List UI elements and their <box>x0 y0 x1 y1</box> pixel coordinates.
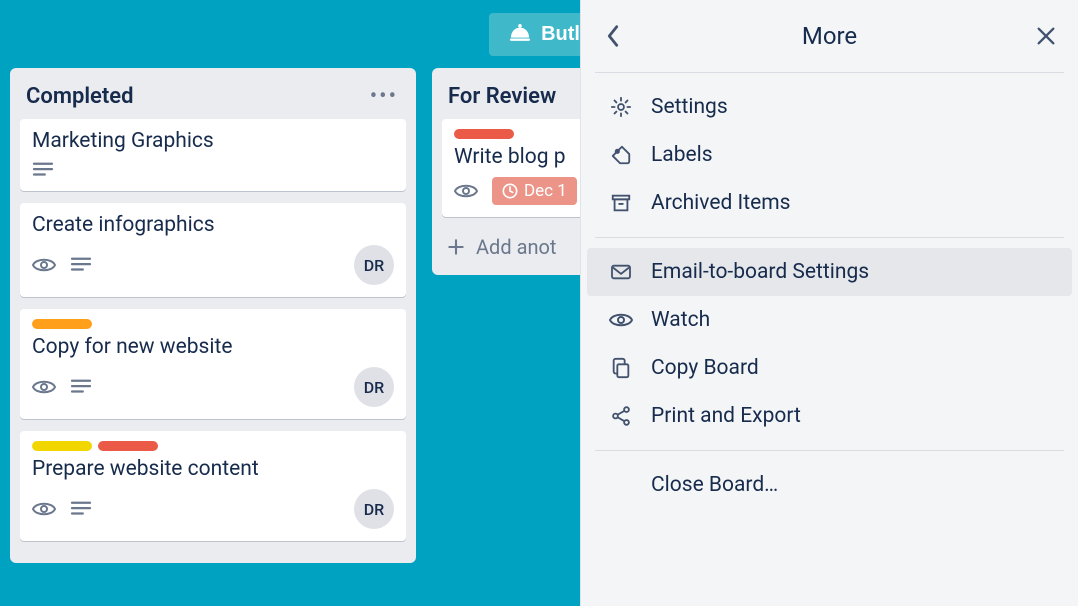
watch-icon <box>32 378 56 396</box>
menu-item-copy-board[interactable]: Copy Board <box>587 344 1072 392</box>
menu-label: Labels <box>651 143 713 167</box>
card-title: Create infographics <box>32 213 394 237</box>
eye-icon <box>609 311 633 329</box>
menu-label: Watch <box>651 308 710 332</box>
menu-label: Email-to-board Settings <box>651 260 869 284</box>
panel-close-button[interactable] <box>1018 0 1074 72</box>
label-orange[interactable] <box>32 319 92 329</box>
member-avatar[interactable]: DR <box>354 245 394 285</box>
menu-item-print-export[interactable]: Print and Export <box>587 392 1072 440</box>
close-icon <box>1035 25 1057 47</box>
description-icon <box>32 161 54 179</box>
panel-title: More <box>802 22 857 50</box>
card[interactable]: Prepare website content DR <box>20 431 406 541</box>
menu-item-archived[interactable]: Archived Items <box>587 179 1072 227</box>
card-labels <box>32 441 394 451</box>
copy-icon <box>609 357 633 379</box>
menu-label: Settings <box>651 95 728 119</box>
label-yellow[interactable] <box>32 441 92 451</box>
card-title: Copy for new website <box>32 335 394 359</box>
label-red[interactable] <box>454 129 514 139</box>
panel-back-button[interactable] <box>585 0 641 72</box>
card[interactable]: Copy for new website DR <box>20 309 406 419</box>
due-date-badge[interactable]: Dec 1 <box>492 177 577 205</box>
member-avatar[interactable]: DR <box>354 367 394 407</box>
plus-icon <box>446 237 466 257</box>
panel-header: More <box>581 0 1078 72</box>
label-red[interactable] <box>98 441 158 451</box>
tag-icon <box>609 144 633 166</box>
watch-icon <box>32 256 56 274</box>
list-completed: Completed ••• Marketing Graphics Create … <box>10 68 416 563</box>
menu-item-watch[interactable]: Watch <box>587 296 1072 344</box>
share-icon <box>609 405 633 427</box>
watch-icon <box>32 500 56 518</box>
list-title-for-review[interactable]: For Review <box>448 84 556 109</box>
menu-item-labels[interactable]: Labels <box>587 131 1072 179</box>
board-menu-panel: More Settings Labels Archived Items <box>580 0 1078 606</box>
menu-item-settings[interactable]: Settings <box>587 83 1072 131</box>
watch-icon <box>454 182 478 200</box>
menu-item-email-to-board[interactable]: Email-to-board Settings <box>587 248 1072 296</box>
menu-label: Print and Export <box>651 404 801 428</box>
gear-icon <box>609 96 633 118</box>
menu-label: Close Board… <box>651 473 778 497</box>
card[interactable]: Create infographics DR <box>20 203 406 297</box>
add-card-label: Add anot <box>476 235 556 259</box>
list-title-completed[interactable]: Completed <box>26 84 134 109</box>
card-title: Prepare website content <box>32 457 394 481</box>
card-title: Marketing Graphics <box>32 129 394 153</box>
due-date-text: Dec 1 <box>524 181 567 201</box>
chevron-left-icon <box>604 23 622 49</box>
archive-icon <box>609 192 633 214</box>
mail-icon <box>609 263 633 281</box>
description-icon <box>70 378 92 396</box>
card[interactable]: Marketing Graphics <box>20 119 406 191</box>
member-avatar[interactable]: DR <box>354 489 394 529</box>
description-icon <box>70 256 92 274</box>
description-icon <box>70 500 92 518</box>
card-labels <box>32 319 394 329</box>
butler-icon <box>509 24 531 44</box>
list-menu-button[interactable]: ••• <box>370 84 398 109</box>
menu-label: Copy Board <box>651 356 759 380</box>
menu-item-close-board[interactable]: Close Board… <box>587 461 1072 509</box>
menu-label: Archived Items <box>651 191 790 215</box>
